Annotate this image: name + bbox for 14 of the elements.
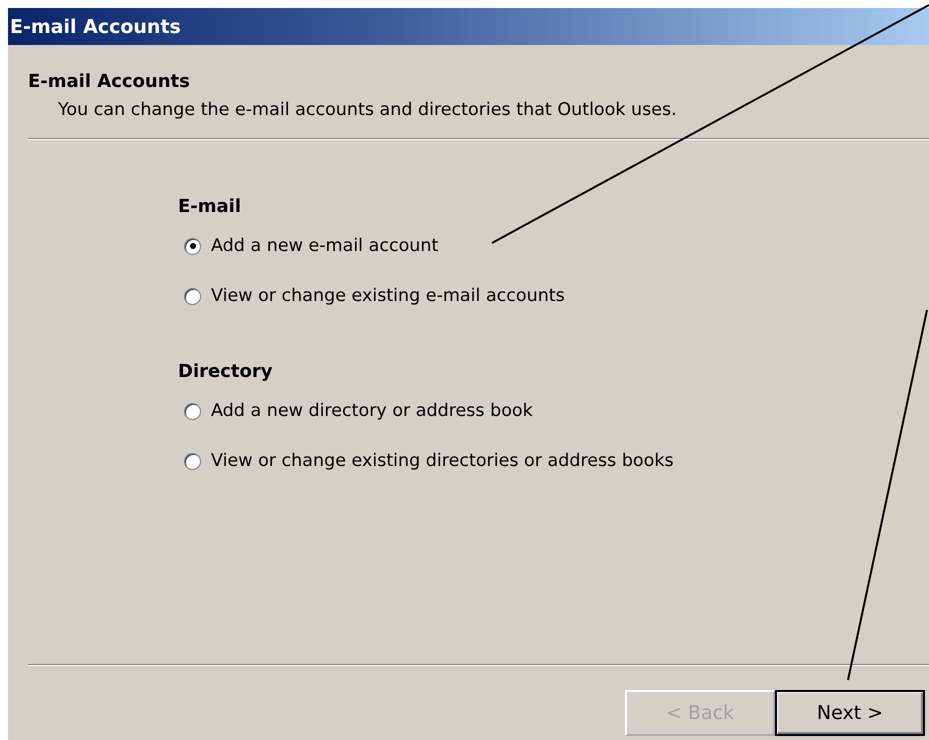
radio-button[interactable] (184, 238, 201, 254)
option-label[interactable]: View or change existing e-mail accounts (211, 286, 565, 306)
group-heading: E-mail (178, 196, 242, 217)
next-button[interactable]: Next > (775, 690, 925, 736)
radio-button[interactable] (184, 452, 201, 470)
radio-button[interactable] (184, 402, 201, 420)
option-label[interactable]: Add a new e-mail account (211, 236, 438, 256)
page-description: You can change the e-mail accounts and directories that Outlook uses. (57, 99, 678, 120)
page-heading: E-mail Accounts (28, 71, 191, 92)
radio-button[interactable] (184, 288, 201, 304)
option-label[interactable]: View or change existing directories or address books (211, 451, 674, 471)
option-label[interactable]: Add a new directory or address book (211, 401, 533, 421)
group-heading: Directory (178, 361, 274, 382)
window-title: E-mail Accounts (10, 16, 181, 38)
